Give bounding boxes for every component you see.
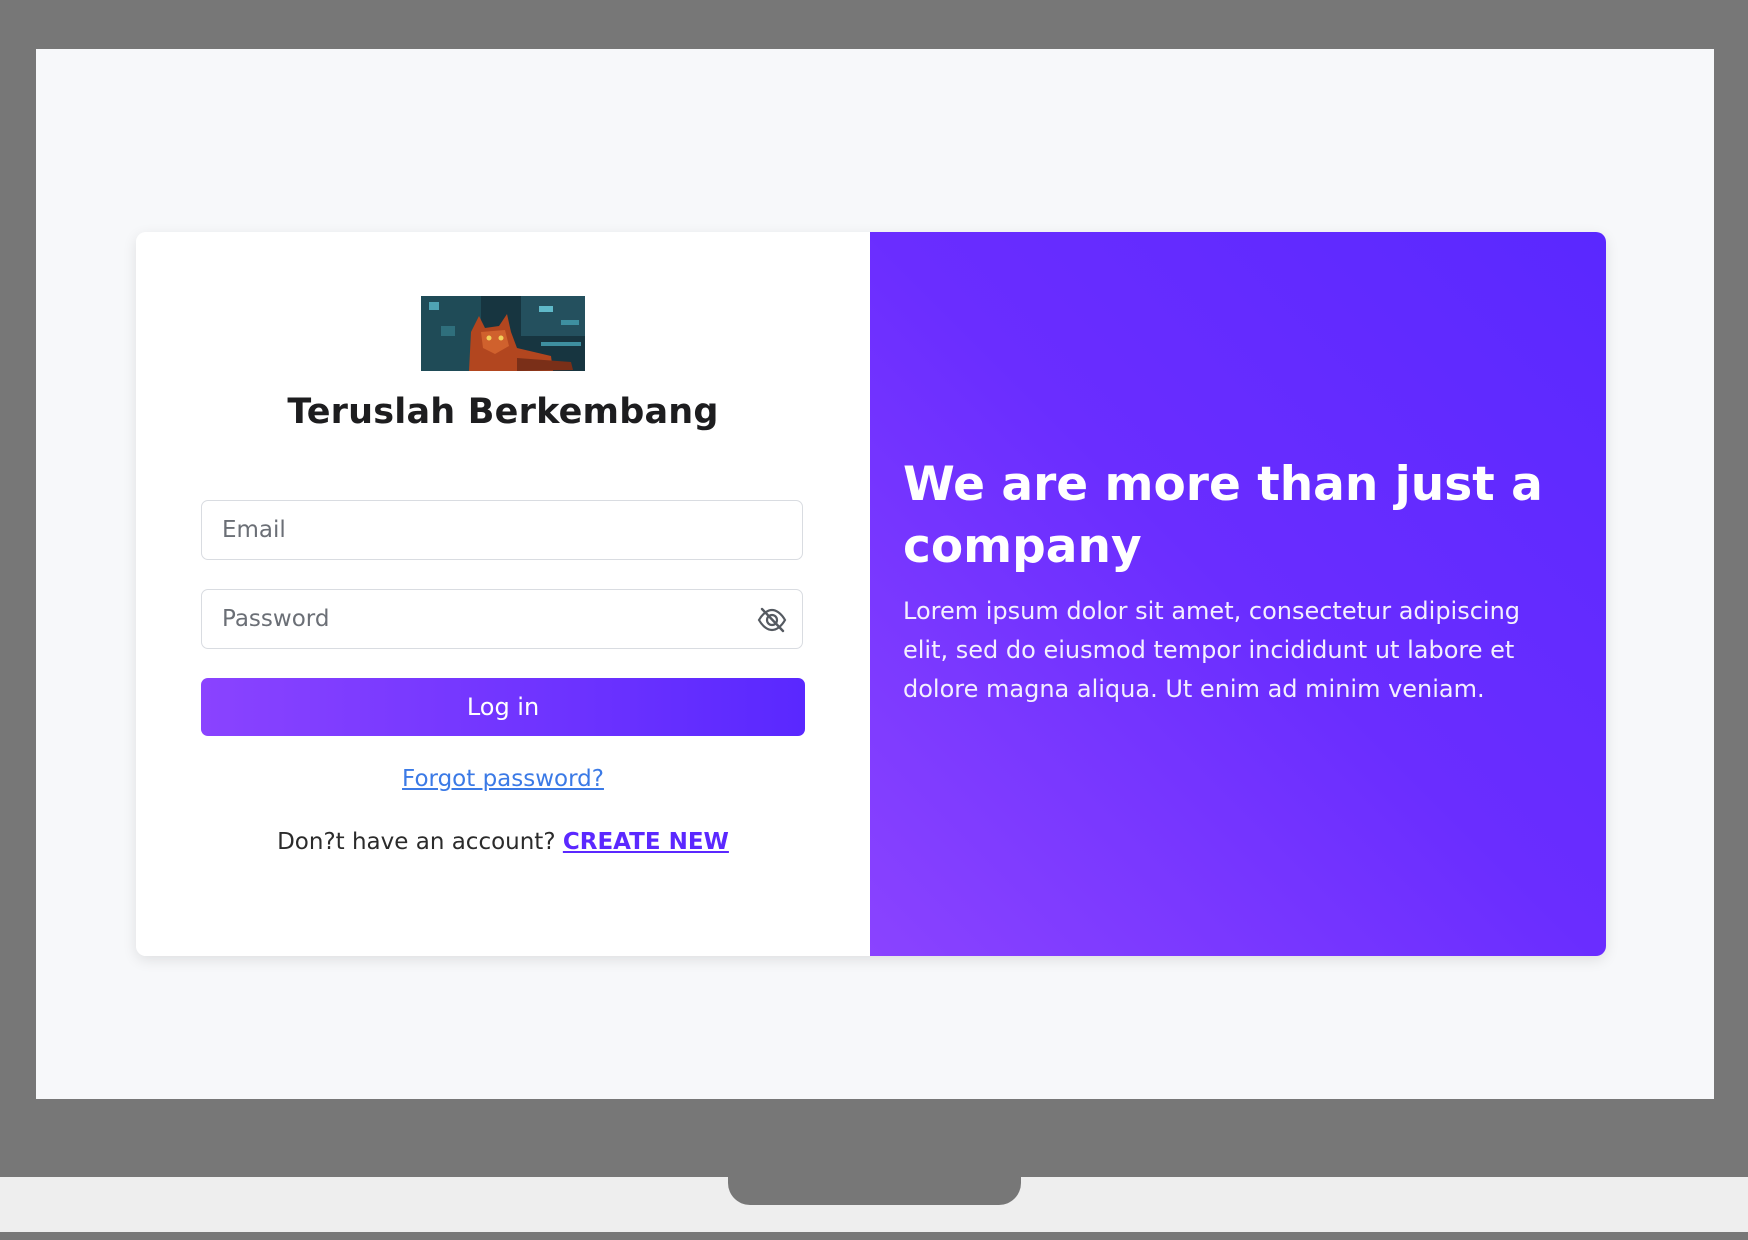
forgot-password-link[interactable]: Forgot password? — [402, 766, 604, 792]
laptop-notch — [728, 1177, 1021, 1205]
signup-row: Don?t have an account? CREATE NEW — [136, 829, 870, 855]
forgot-password-row: Forgot password? — [136, 766, 870, 792]
laptop-base — [0, 1177, 1748, 1232]
email-input[interactable] — [202, 501, 802, 559]
password-field[interactable] — [201, 589, 803, 649]
screen: Teruslah Berkembang Log in — [36, 49, 1714, 1099]
promo-panel: We are more than just a company Lorem ip… — [870, 232, 1606, 956]
login-panel: Teruslah Berkembang Log in — [136, 232, 870, 956]
brand-title: Teruslah Berkembang — [287, 392, 719, 432]
create-new-link[interactable]: CREATE NEW — [563, 829, 729, 855]
login-card: Teruslah Berkembang Log in — [136, 232, 1606, 956]
promo-heading: We are more than just a company — [903, 457, 1543, 574]
signup-prompt: Don?t have an account? — [277, 829, 563, 855]
cat-logo-image — [421, 296, 585, 371]
login-button[interactable]: Log in — [201, 678, 805, 736]
password-input[interactable] — [202, 590, 802, 648]
eye-off-icon[interactable] — [756, 605, 788, 635]
promo-body: Lorem ipsum dolor sit amet, consectetur … — [903, 597, 1521, 703]
email-field[interactable] — [201, 500, 803, 560]
device-frame: Teruslah Berkembang Log in — [0, 0, 1748, 1240]
